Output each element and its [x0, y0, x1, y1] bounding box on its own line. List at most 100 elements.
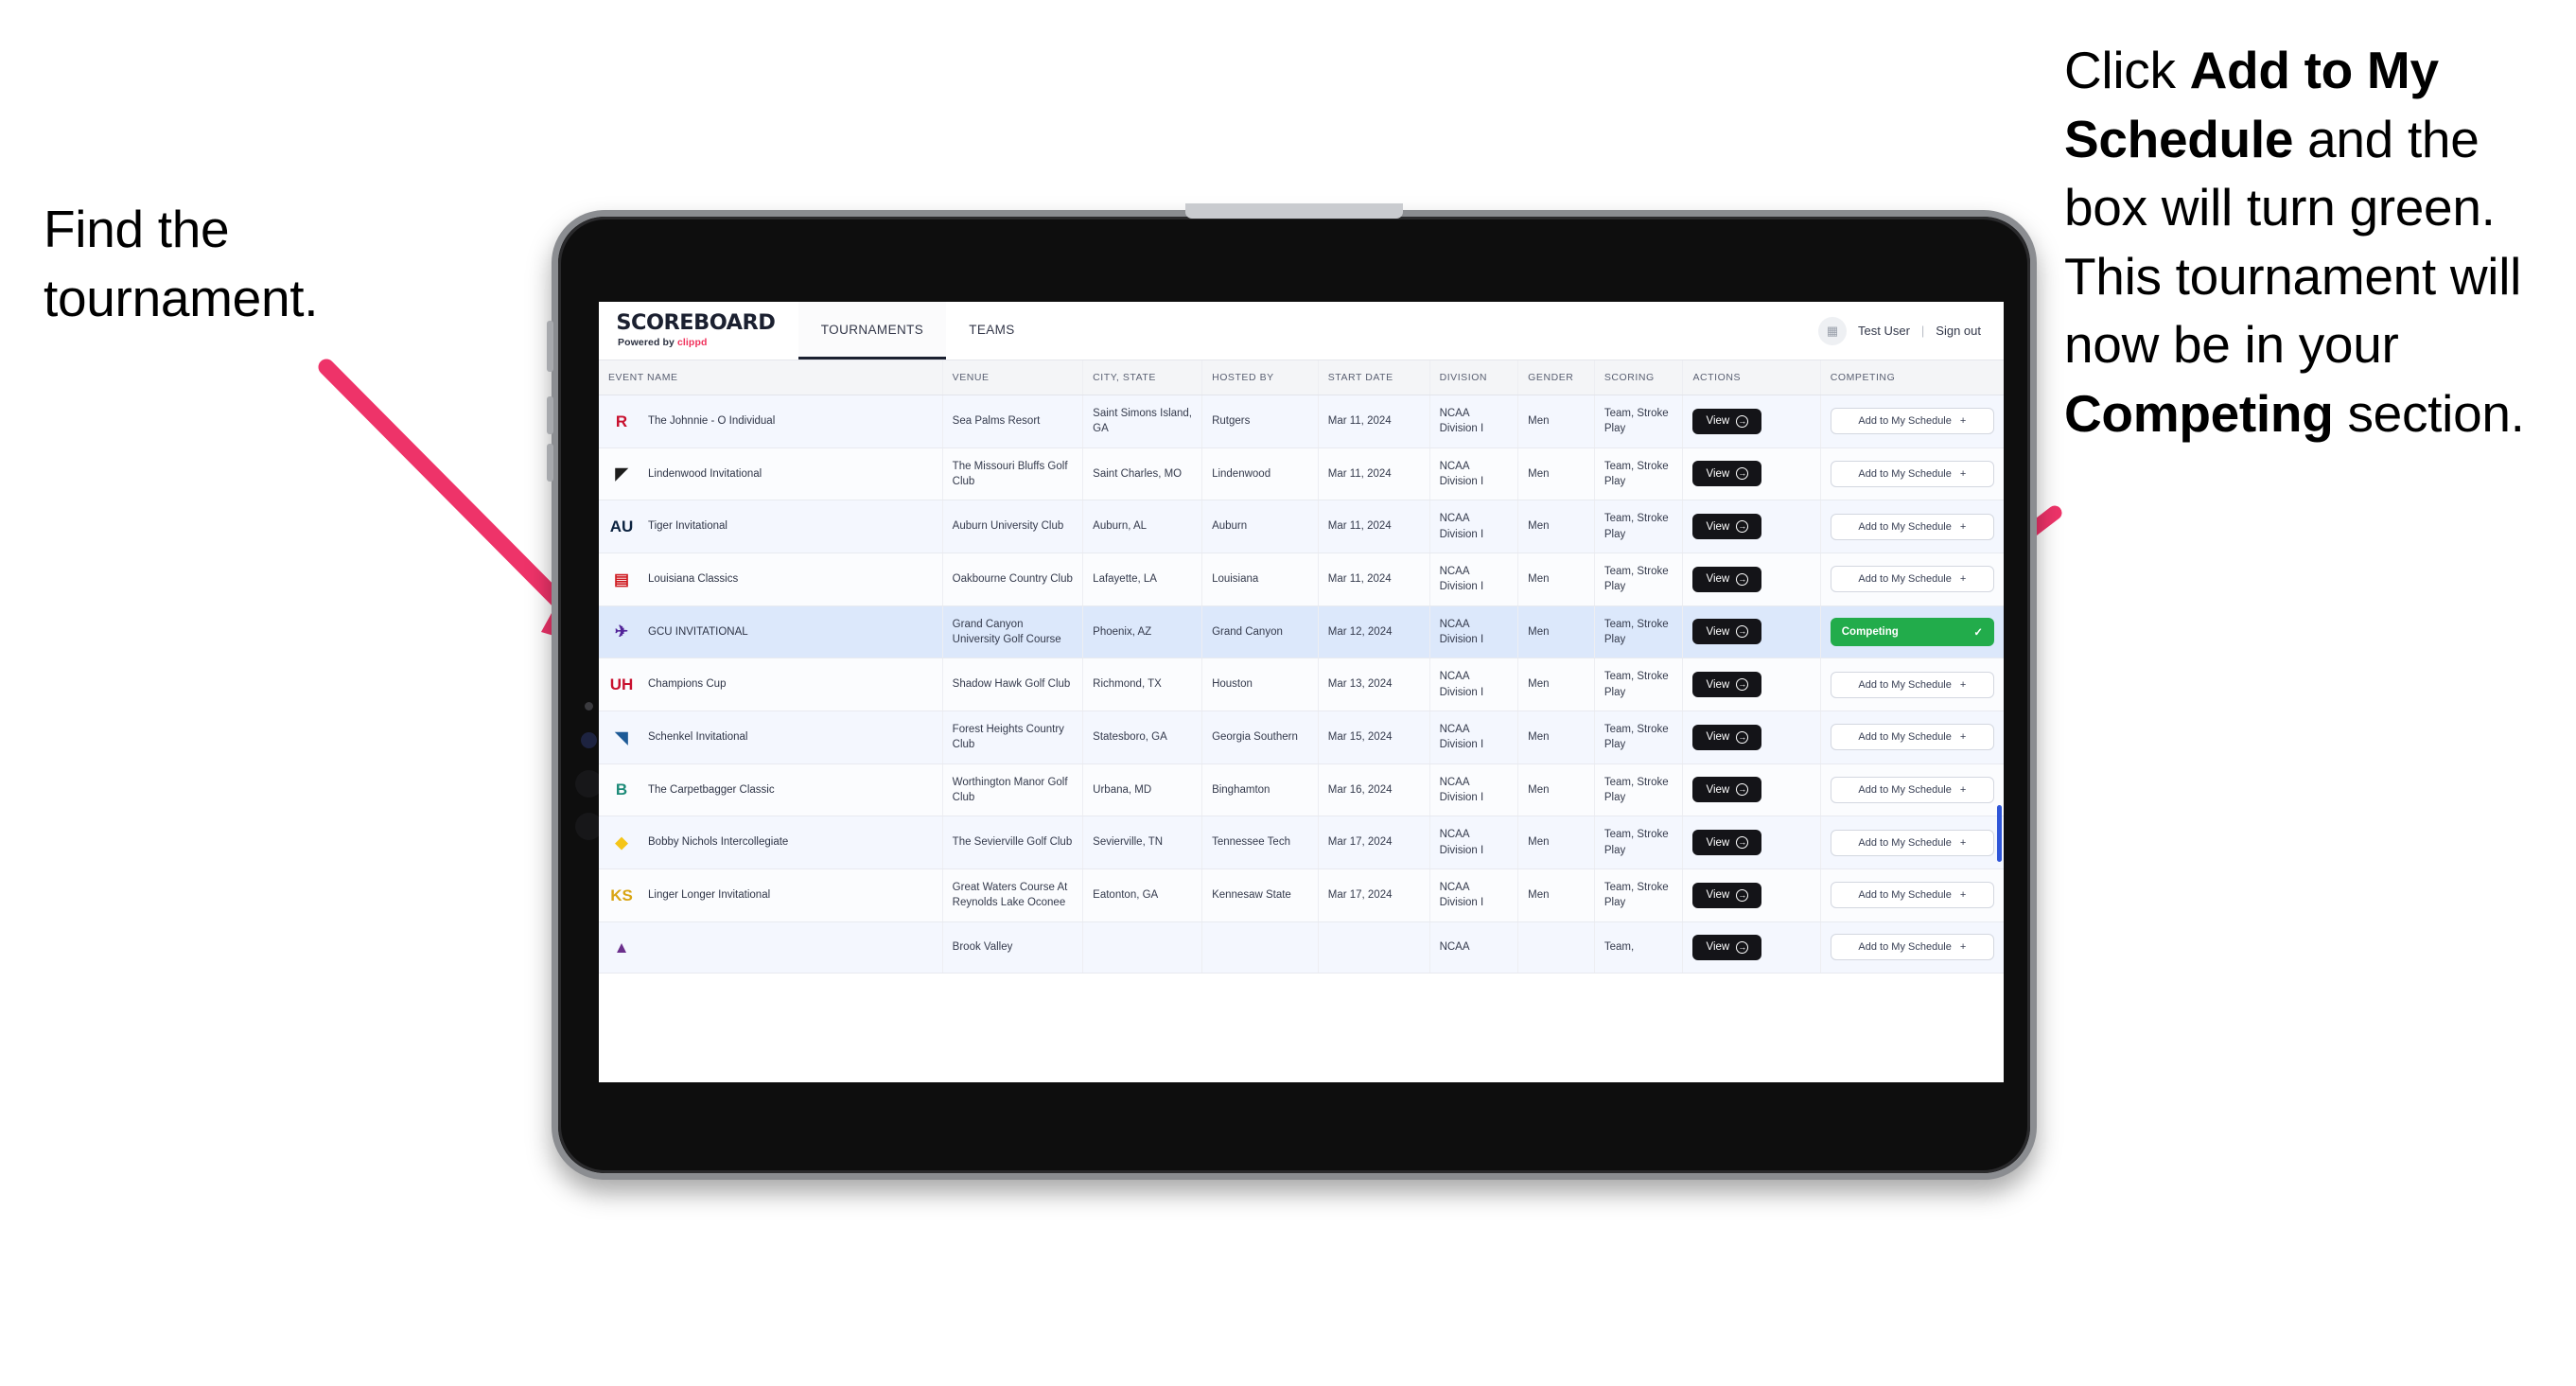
tab-tournaments[interactable]: TOURNAMENTS — [797, 302, 947, 360]
table-row[interactable]: AU Tiger Invitational Auburn University Cl… — [599, 500, 2004, 553]
team-logo-icon: ✈ — [614, 623, 629, 641]
table-row[interactable]: ◤ Lindenwood Invitational The Missouri Blu… — [599, 447, 2004, 501]
cell-division: NCAA Division I — [1429, 711, 1519, 764]
view-button[interactable]: View → — [1692, 461, 1762, 487]
cell-gender — [1517, 921, 1595, 974]
cell-venue: Forest Heights Country Club — [942, 711, 1084, 764]
add-to-my-schedule-button[interactable]: Add to My Schedule + — [1830, 460, 1994, 487]
cell-start-date — [1318, 921, 1430, 974]
event-name-label: GCU INVITATIONAL — [648, 625, 748, 638]
cell-competing: Add to My Schedule + — [1820, 447, 2004, 501]
add-to-my-schedule-button[interactable]: Add to My Schedule + — [1830, 513, 1994, 540]
header-separator: | — [1920, 324, 1925, 338]
view-button[interactable]: View → — [1692, 566, 1762, 592]
cell-start-date: Mar 11, 2024 — [1318, 395, 1430, 448]
cell-scoring: Team, — [1594, 921, 1684, 974]
table-row[interactable]: ✈ GCU INVITATIONAL Grand Canyon University… — [599, 605, 2004, 659]
view-button[interactable]: View → — [1692, 408, 1762, 434]
user-avatar-icon[interactable]: ▦ — [1818, 316, 1847, 345]
brand-subtitle-clippd: clippd — [676, 337, 708, 348]
column-header-event-name[interactable]: EVENT NAME — [599, 360, 943, 395]
event-name-label: Bobby Nichols Intercollegiate — [648, 836, 789, 849]
add-to-my-schedule-button[interactable]: Add to My Schedule + — [1830, 934, 1994, 961]
power-button[interactable] — [547, 321, 553, 372]
table-row[interactable]: ◆ Bobby Nichols Intercollegiate The Sevier… — [599, 816, 2004, 869]
arrow-right-circle-icon: → — [1736, 520, 1749, 534]
cell-venue: Sea Palms Resort — [942, 395, 1084, 448]
app-screen: SCOREBOARD Powered by clippd TOURNAMENTS… — [599, 302, 2004, 1082]
brand-subtitle: Powered by clippd — [618, 337, 774, 348]
team-logo-icon: R — [615, 412, 628, 430]
cell-event-name: ◥ Schenkel Invitational — [599, 711, 943, 764]
vertical-scrollbar[interactable] — [1997, 805, 2002, 862]
brand-logo[interactable]: SCOREBOARD Powered by clippd — [616, 302, 798, 360]
event-name-label: Louisiana Classics — [648, 573, 739, 586]
column-header-gender[interactable]: GENDER — [1517, 360, 1595, 395]
view-button[interactable]: View → — [1692, 514, 1762, 540]
cell-gender: Men — [1517, 711, 1595, 764]
view-button-label: View — [1706, 678, 1730, 691]
main-tabs: TOURNAMENTS TEAMS — [797, 302, 1038, 360]
tab-teams[interactable]: TEAMS — [946, 302, 1038, 360]
column-header-start-date[interactable]: START DATE — [1318, 360, 1430, 395]
cell-competing: Add to My Schedule + — [1820, 500, 2004, 553]
table-row[interactable]: KS Linger Longer Invitational Great Waters… — [599, 868, 2004, 922]
add-to-my-schedule-button[interactable]: Add to My Schedule + — [1830, 829, 1994, 856]
add-to-my-schedule-button[interactable]: Add to My Schedule + — [1830, 408, 1994, 435]
view-button[interactable]: View → — [1692, 882, 1762, 908]
add-to-my-schedule-button[interactable]: Add to My Schedule + — [1830, 671, 1994, 698]
column-header-venue[interactable]: VENUE — [942, 360, 1084, 395]
cell-venue: Oakbourne Country Club — [942, 553, 1084, 606]
event-name-label: The Carpetbagger Classic — [648, 783, 775, 796]
table-row[interactable]: ◥ Schenkel Invitational Forest Heights Cou… — [599, 711, 2004, 764]
sign-out-link[interactable]: Sign out — [1936, 324, 1981, 338]
column-header-scoring[interactable]: SCORING — [1594, 360, 1684, 395]
cell-division: NCAA Division I — [1429, 763, 1519, 817]
column-header-hosted-by[interactable]: HOSTED BY — [1201, 360, 1319, 395]
column-header-actions[interactable]: ACTIONS — [1682, 360, 1821, 395]
team-logo-icon: B — [615, 781, 628, 799]
view-button[interactable]: View → — [1692, 724, 1762, 750]
cell-event-name: ◤ Lindenwood Invitational — [599, 447, 943, 501]
competing-badge-button[interactable]: Competing ✓ — [1830, 617, 1994, 646]
table-body: R The Johnnie - O Individual Sea Palms Res… — [599, 395, 2004, 974]
add-to-my-schedule-button[interactable]: Add to My Schedule + — [1830, 566, 1994, 593]
view-button-label: View — [1706, 467, 1730, 480]
cell-competing: Add to My Schedule + — [1820, 553, 2004, 606]
add-to-my-schedule-button[interactable]: Add to My Schedule + — [1830, 776, 1994, 803]
cell-venue: Grand Canyon University Golf Course — [942, 605, 1084, 659]
cell-actions: View → — [1682, 868, 1821, 922]
cell-event-name: B The Carpetbagger Classic — [599, 763, 943, 817]
annotation-add-to-schedule: Click Add to My Schedule and the box wil… — [2064, 36, 2575, 448]
cell-city-state: Statesboro, GA — [1082, 711, 1203, 764]
add-to-my-schedule-label: Add to My Schedule — [1858, 573, 1952, 586]
add-to-my-schedule-button[interactable]: Add to My Schedule + — [1830, 882, 1994, 909]
column-header-division[interactable]: DIVISION — [1429, 360, 1519, 395]
column-header-competing[interactable]: COMPETING — [1820, 360, 2004, 395]
table-row[interactable]: UH Champions Cup Shadow Hawk Golf Club Rich… — [599, 658, 2004, 711]
view-button[interactable]: View → — [1692, 777, 1762, 803]
tablet-top-notch — [1185, 203, 1403, 219]
cell-gender: Men — [1517, 500, 1595, 553]
volume-down-button[interactable] — [547, 444, 553, 482]
table-row[interactable]: ▤ Louisiana Classics Oakbourne Country Clu… — [599, 553, 2004, 606]
volume-up-button[interactable] — [547, 396, 553, 434]
table-row[interactable]: ▲ Brook Valley NCAA Team, View → Add to My Sch… — [599, 921, 2004, 974]
table-row[interactable]: B The Carpetbagger Classic Worthington Man… — [599, 763, 2004, 817]
tournaments-table-container[interactable]: EVENT NAME VENUE CITY, STATE HOSTED BY START… — [599, 360, 2004, 1082]
column-header-city-state[interactable]: CITY, STATE — [1082, 360, 1203, 395]
cell-hosted-by: Lindenwood — [1201, 447, 1319, 501]
view-button[interactable]: View → — [1692, 619, 1762, 645]
annotation-find-tournament: Find the tournament. — [44, 200, 319, 327]
view-button[interactable]: View → — [1692, 934, 1762, 960]
view-button-label: View — [1706, 415, 1730, 428]
view-button[interactable]: View → — [1692, 672, 1762, 698]
add-to-my-schedule-button[interactable]: Add to My Schedule + — [1830, 724, 1994, 751]
cell-hosted-by: Grand Canyon — [1201, 605, 1319, 659]
table-row[interactable]: R The Johnnie - O Individual Sea Palms Res… — [599, 395, 2004, 448]
cell-venue: Shadow Hawk Golf Club — [942, 658, 1084, 711]
cell-scoring: Team, Stroke Play — [1594, 553, 1684, 606]
cell-gender: Men — [1517, 763, 1595, 817]
cell-city-state: Urbana, MD — [1082, 763, 1203, 817]
view-button[interactable]: View → — [1692, 830, 1762, 856]
